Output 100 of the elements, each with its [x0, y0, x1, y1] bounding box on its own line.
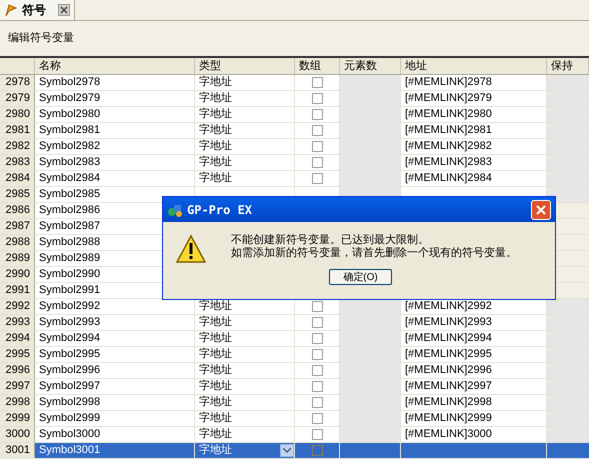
table-cell: [547, 315, 589, 330]
column-header[interactable]: 元素数: [340, 58, 401, 74]
dropdown-field[interactable]: 字地址: [195, 443, 295, 458]
checkbox[interactable]: [312, 125, 322, 136]
checkbox[interactable]: [312, 93, 322, 104]
checkbox[interactable]: [312, 173, 322, 184]
table-cell: Symbol2994: [35, 331, 195, 346]
table-cell: [#MEMLINK]2992: [401, 299, 547, 314]
checkbox[interactable]: [312, 109, 322, 120]
checkbox[interactable]: [312, 381, 322, 392]
table-cell: Symbol2982: [35, 139, 195, 154]
row-number: 2988: [0, 235, 35, 250]
table-cell: [547, 427, 589, 442]
table-cell: [#MEMLINK]2996: [401, 363, 547, 378]
table-cell: [547, 363, 589, 378]
table-cell: 字地址: [195, 139, 295, 154]
row-number: 2998: [0, 395, 35, 410]
dialog-message: 不能创建新符号变量。已达到最大限制。: [231, 234, 430, 246]
checkbox[interactable]: [312, 397, 322, 408]
tab[interactable]: 符号: [0, 0, 75, 20]
table-cell: 字地址: [195, 379, 295, 394]
dropdown-button[interactable]: [280, 444, 294, 457]
checkbox[interactable]: [312, 157, 322, 168]
table-cell: Symbol2985: [35, 187, 195, 202]
table-cell: Symbol2999: [35, 411, 195, 426]
table-cell: 字地址: [195, 347, 295, 362]
checkbox[interactable]: [312, 77, 322, 88]
table-cell: Symbol2983: [35, 155, 195, 170]
checkbox[interactable]: [312, 413, 322, 424]
checkbox[interactable]: [312, 365, 322, 376]
row-number: 2989: [0, 251, 35, 266]
column-header[interactable]: 保持: [547, 58, 589, 74]
flag-icon: [4, 3, 18, 17]
table-cell: [#MEMLINK]2997: [401, 379, 547, 394]
row-number: 2999: [0, 411, 35, 426]
table-cell: 字地址: [195, 331, 295, 346]
table-cell: Symbol2984: [35, 171, 195, 186]
close-icon[interactable]: [58, 4, 70, 16]
table-cell: Symbol2981: [35, 123, 195, 138]
table-cell: Symbol2996: [35, 363, 195, 378]
table-cell: [547, 395, 589, 410]
row-number: 2991: [0, 283, 35, 298]
column-header[interactable]: 数组: [295, 58, 340, 74]
row-number: 2985: [0, 187, 35, 202]
row-number: 2986: [0, 203, 35, 218]
row-number: 2979: [0, 91, 35, 106]
checkbox[interactable]: [312, 317, 322, 328]
table-cell: 字地址: [195, 363, 295, 378]
column-header[interactable]: 类型: [195, 58, 295, 74]
caret-icon: [283, 448, 291, 453]
row-number: 2997: [0, 379, 35, 394]
table-cell: [547, 347, 589, 362]
table-cell: [#MEMLINK]2984: [401, 171, 547, 186]
checkbox[interactable]: [312, 429, 322, 440]
close-button[interactable]: [531, 200, 551, 220]
column-header[interactable]: 名称: [35, 58, 195, 74]
table-cell: 字地址: [195, 123, 295, 138]
column-header[interactable]: 地址: [401, 58, 547, 74]
table-cell: Symbol3000: [35, 427, 195, 442]
checkbox[interactable]: [312, 349, 322, 360]
row-number: 2992: [0, 299, 35, 314]
row-number: 2981: [0, 123, 35, 138]
table-cell: [547, 107, 589, 122]
row-number: 2978: [0, 75, 35, 90]
table-cell: 字地址: [195, 107, 295, 122]
table-cell: [#MEMLINK]3000: [401, 427, 547, 442]
dialog-message: 如需添加新的符号变量，请首先删除一个现有的符号变量。: [231, 247, 517, 260]
table-cell: Symbol2998: [35, 395, 195, 410]
checkbox[interactable]: [312, 141, 322, 152]
table-cell: Symbol2997: [35, 379, 195, 394]
warning-icon: [175, 234, 207, 264]
row-number: 2980: [0, 107, 35, 122]
table-cell: [#MEMLINK]2993: [401, 315, 547, 330]
table-cell: Symbol2979: [35, 91, 195, 106]
table-cell: 字地址: [195, 427, 295, 442]
row-number: 2994: [0, 331, 35, 346]
table-cell: Symbol2995: [35, 347, 195, 362]
row-number: 2990: [0, 267, 35, 282]
table-cell: [#MEMLINK]2999: [401, 411, 547, 426]
table-cell: 字地址: [195, 91, 295, 106]
row-number: 2983: [0, 155, 35, 170]
table-cell: Symbol2993: [35, 315, 195, 330]
table-cell: Symbol2980: [35, 107, 195, 122]
table-cell: [#MEMLINK]2994: [401, 331, 547, 346]
table-cell: [547, 139, 589, 154]
table-cell: Symbol3001: [35, 443, 195, 458]
table-cell: Symbol2992: [35, 299, 195, 314]
row-number: 2987: [0, 219, 35, 234]
table-cell: 字地址: [195, 171, 295, 186]
row-number: 2982: [0, 139, 35, 154]
checkbox[interactable]: [312, 445, 322, 456]
row-number: 2996: [0, 363, 35, 378]
ok-button[interactable]: 确定(O): [329, 269, 392, 285]
checkbox[interactable]: [312, 301, 322, 312]
row-number: 2993: [0, 315, 35, 330]
table-cell: 字地址: [195, 395, 295, 410]
table-cell: [547, 91, 589, 106]
table-cell: 字地址: [195, 411, 295, 426]
checkbox[interactable]: [312, 333, 322, 344]
row-number: 2995: [0, 347, 35, 362]
